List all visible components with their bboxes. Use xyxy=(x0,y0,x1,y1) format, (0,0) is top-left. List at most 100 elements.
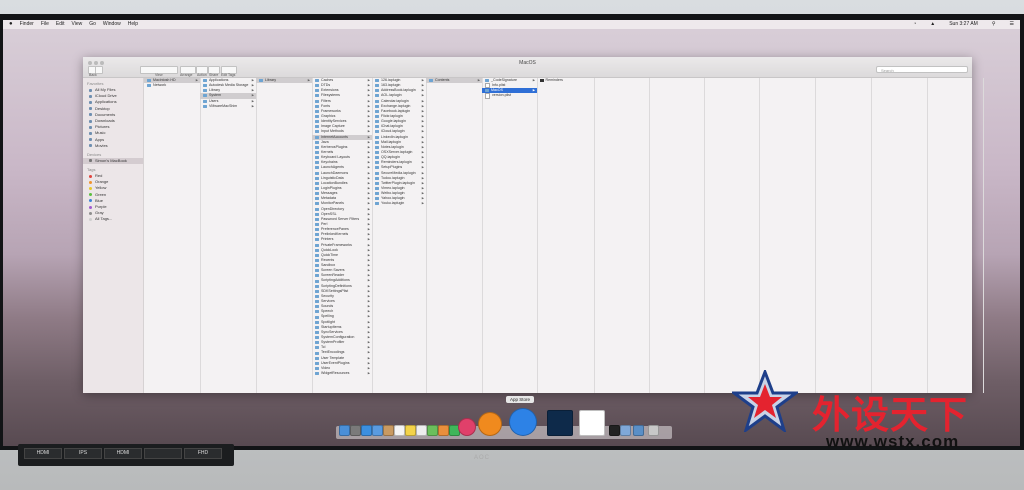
browser-column[interactable]: Applications ▶ Autodesk Media Storage ▶ Libr… xyxy=(200,78,257,393)
browser-column[interactable]: Caches ▶ DTDs ▶ Extensions ▶ Filesystems ▶ Filte… xyxy=(312,78,373,393)
folder-icon xyxy=(315,264,319,268)
trash-icon[interactable] xyxy=(648,425,659,436)
notification-center-icon[interactable]: ☰ xyxy=(1010,20,1014,29)
search-input[interactable]: Search xyxy=(876,66,968,73)
clock[interactable]: Sun 3:27 AM xyxy=(949,20,978,29)
browser-column[interactable]: Library ▶ xyxy=(256,78,313,393)
folder-icon xyxy=(315,202,319,206)
finder-sidebar: Favorites All My Files iCloud Drive Applic… xyxy=(83,78,144,393)
folder-icon xyxy=(89,88,92,92)
menu-help[interactable]: Help xyxy=(128,20,138,29)
tag-color-icon xyxy=(89,205,92,209)
folder-icon xyxy=(315,115,319,119)
browser-column[interactable]: Contents ▶ xyxy=(426,78,483,393)
folder-icon xyxy=(375,197,379,201)
list-item-label: Reminders xyxy=(545,78,563,82)
folder-icon xyxy=(315,356,319,360)
apple-menu-icon[interactable]: ● xyxy=(9,20,13,29)
browser-column[interactable] xyxy=(983,78,1020,393)
action-label: Action xyxy=(197,73,207,77)
sidebar-item-device[interactable]: Simon's MacBook xyxy=(83,157,143,165)
ibooks-icon[interactable] xyxy=(478,412,502,436)
downloads-icon[interactable] xyxy=(633,425,644,436)
list-item[interactable]: Reminders xyxy=(537,78,594,83)
folder-icon xyxy=(315,120,319,124)
photos-icon[interactable] xyxy=(438,425,449,436)
folder-icon xyxy=(375,84,379,88)
browser-column[interactable] xyxy=(759,78,816,393)
folder-icon xyxy=(315,258,319,262)
autocad-icon[interactable] xyxy=(579,410,605,436)
folder-icon xyxy=(315,181,319,185)
safari-icon[interactable] xyxy=(361,425,372,436)
wifi-icon[interactable]: ◔ xyxy=(913,20,916,29)
app-store-icon[interactable] xyxy=(509,408,537,436)
spec-hdmi2-label: HDMI xyxy=(104,448,142,459)
browser-column[interactable]: Macintosh HD ▶ Network xyxy=(144,78,201,393)
folder-icon xyxy=(203,84,207,88)
list-item[interactable]: Youku.iaplugin ▶ xyxy=(372,201,426,206)
browser-column[interactable]: 126.iaplugin ▶ 163.iaplugin ▶ AddressBook.ia… xyxy=(372,78,427,393)
folder-icon xyxy=(315,197,319,201)
menu-finder[interactable]: Finder xyxy=(20,20,34,29)
sidebar-item-favorite[interactable]: Movies xyxy=(83,143,143,149)
folder-icon xyxy=(315,176,319,180)
contacts-icon[interactable] xyxy=(383,425,394,436)
menu-file[interactable]: File xyxy=(41,20,49,29)
folder-icon xyxy=(89,107,92,111)
folder-icon xyxy=(315,161,319,165)
folder-icon xyxy=(147,84,151,88)
browser-column[interactable] xyxy=(815,78,872,393)
menu-edit[interactable]: Edit xyxy=(56,20,65,29)
favorites-list: All My Files iCloud Drive Applications Desk… xyxy=(83,87,143,149)
finder-icon[interactable] xyxy=(339,425,350,436)
menu-window[interactable]: Window xyxy=(103,20,121,29)
list-item[interactable]: Network xyxy=(144,83,200,88)
browser-column[interactable] xyxy=(927,78,984,393)
list-item[interactable]: Library ▶ xyxy=(256,78,312,84)
browser-column[interactable] xyxy=(649,78,705,393)
folder-icon xyxy=(315,223,319,226)
browser-column[interactable] xyxy=(704,78,760,393)
monitor-brand: AOC xyxy=(474,455,491,461)
spotlight-icon[interactable]: ⚲ xyxy=(992,20,996,29)
menu-view[interactable]: View xyxy=(72,20,83,29)
folder-icon xyxy=(89,94,92,98)
folder-icon xyxy=(315,130,319,134)
folder-icon xyxy=(315,171,319,175)
mail-icon[interactable] xyxy=(372,425,383,436)
folder-icon xyxy=(315,145,319,149)
calendar-icon[interactable] xyxy=(394,425,405,436)
folder-icon xyxy=(203,79,207,83)
terminal-icon[interactable] xyxy=(609,425,620,436)
browser-column[interactable] xyxy=(594,78,650,393)
launchpad-icon[interactable] xyxy=(350,425,361,436)
photoshop-icon[interactable] xyxy=(547,410,573,436)
spec-ips-label: IPS xyxy=(64,448,102,459)
reminders-icon[interactable] xyxy=(416,425,427,436)
folder-icon xyxy=(315,325,319,329)
browser-column[interactable] xyxy=(871,78,928,393)
menu-go[interactable]: Go xyxy=(89,20,96,29)
preview-icon[interactable] xyxy=(620,425,631,436)
list-item[interactable]: Contents ▶ xyxy=(426,78,482,84)
folder-icon xyxy=(315,289,319,293)
folder-icon xyxy=(375,125,379,129)
sidebar-item-tag[interactable]: All Tags... xyxy=(83,216,143,222)
folder-icon xyxy=(375,99,379,103)
folder-icon xyxy=(315,341,319,345)
notes-icon[interactable] xyxy=(405,425,416,436)
maps-icon[interactable] xyxy=(427,425,438,436)
sidebar-item-label: All Tags... xyxy=(95,216,113,222)
itunes-icon[interactable] xyxy=(458,418,476,436)
folder-icon xyxy=(315,217,319,221)
folder-icon xyxy=(315,125,319,129)
browser-column[interactable]: _CodeSignature ▶ Info.plist MacOS ▶ version.p… xyxy=(482,78,538,393)
folder-icon xyxy=(315,330,319,334)
list-item[interactable]: version.plist xyxy=(482,93,537,99)
list-item[interactable]: WidgetResources ▶ xyxy=(312,371,372,376)
volume-icon[interactable]: ▲ xyxy=(930,20,935,29)
folder-icon xyxy=(315,166,319,170)
list-item[interactable]: VMwareMacShim ▶ xyxy=(200,104,256,109)
browser-column[interactable]: Reminders xyxy=(537,78,595,393)
